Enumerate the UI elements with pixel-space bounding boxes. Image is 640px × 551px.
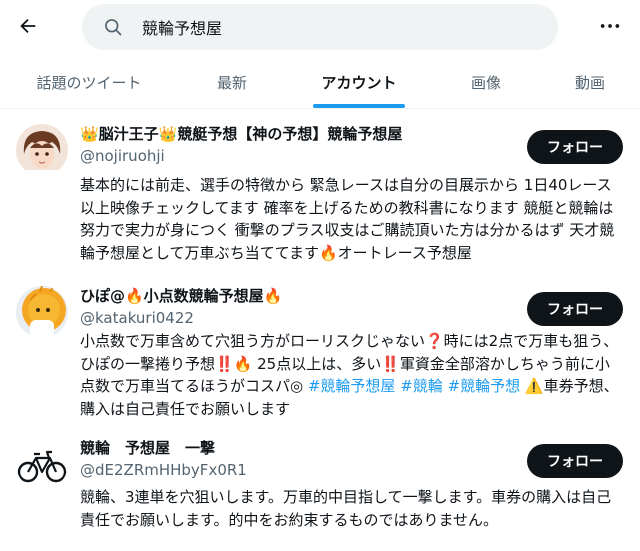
user-name[interactable]: 👑脳汁王子👑競艇予想【神の予想】競輪予想屋 (80, 124, 510, 144)
user-info: 競輪 予想屋 一撃 @dE2ZRmHHbyFx0R1 (80, 438, 510, 480)
hashtag-link[interactable]: #競輪予想 (448, 377, 521, 395)
avatar[interactable] (16, 124, 68, 176)
user-name[interactable]: 競輪 予想屋 一撃 (80, 438, 510, 458)
search-input[interactable] (142, 17, 522, 37)
user-bio: 競輪、3連単を穴狙いします。万車的中目指して一撃します。車券の購入は自己責任でお… (80, 488, 612, 529)
active-tab-indicator (313, 104, 405, 108)
avatar[interactable] (16, 438, 68, 490)
more-options-icon[interactable] (594, 10, 626, 42)
user-handle: @dE2ZRmHHbyFx0R1 (80, 461, 247, 479)
search-tabs: 話題のツイート 最新 アカウント 画像 動画 (0, 56, 640, 109)
user-bio: 小点数で万車含めて穴狙う方がローリスクじゃない❓時には2点で万車も狙う、ひぽの一… (80, 332, 619, 418)
follow-button[interactable]: フォロー (527, 444, 623, 478)
user-bio: 基本的には前走、選手の特徴から 緊急レースは自分の目展示から 1日40レース以上… (80, 176, 615, 262)
tab-latest[interactable]: 最新 (178, 56, 286, 108)
search-box[interactable] (82, 4, 558, 50)
user-info: ひぽ@🔥小点数競輪予想屋🔥 @katakuri0422 (80, 286, 510, 328)
tab-top-tweets[interactable]: 話題のツイート (0, 56, 178, 108)
user-info: 👑脳汁王子👑競艇予想【神の予想】競輪予想屋 @nojiruohji (80, 124, 510, 166)
hashtag-link[interactable]: #競輪予想屋 (308, 377, 396, 395)
follow-button[interactable]: フォロー (527, 292, 623, 326)
tab-videos[interactable]: 動画 (540, 56, 640, 108)
user-handle: @katakuri0422 (80, 309, 194, 327)
search-icon (102, 16, 124, 38)
user-name[interactable]: ひぽ@🔥小点数競輪予想屋🔥 (80, 286, 510, 306)
hashtag-link[interactable]: #競輪 (400, 377, 443, 395)
avatar[interactable] (16, 286, 68, 338)
tab-accounts[interactable]: アカウント (286, 56, 432, 108)
top-bar (0, 0, 640, 52)
back-arrow-icon[interactable] (12, 10, 44, 42)
user-handle: @nojiruohji (80, 147, 165, 165)
tab-images[interactable]: 画像 (432, 56, 540, 108)
follow-button[interactable]: フォロー (527, 130, 623, 164)
